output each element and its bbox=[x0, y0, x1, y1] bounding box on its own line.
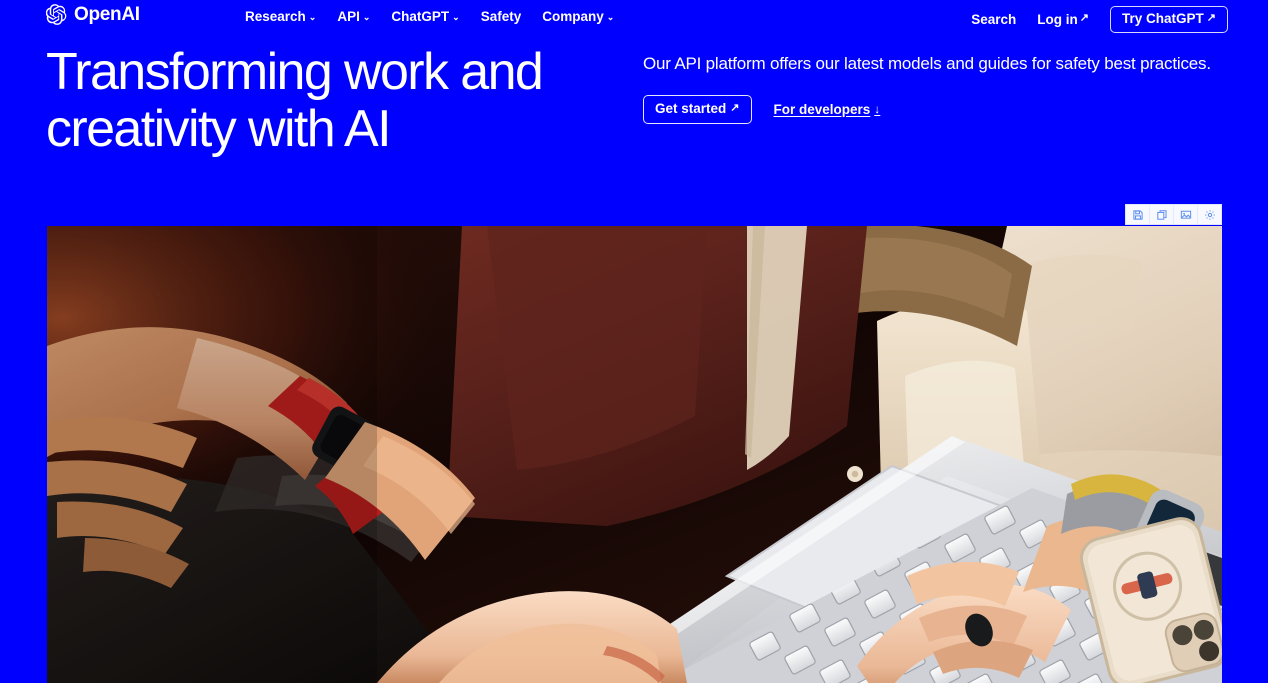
image-icon[interactable] bbox=[1174, 205, 1198, 224]
save-icon[interactable] bbox=[1126, 205, 1150, 224]
nav-item-api-label: API bbox=[337, 9, 360, 24]
brand-logo[interactable]: OpenAI bbox=[46, 4, 140, 25]
try-chatgpt-label: Try ChatGPT bbox=[1122, 11, 1204, 26]
nav-item-api[interactable]: API ⌄ bbox=[337, 8, 370, 25]
chevron-down-icon: ⌄ bbox=[362, 12, 371, 22]
get-started-label: Get started bbox=[655, 101, 727, 116]
hero-right-column: Our API platform offers our latest model… bbox=[643, 52, 1223, 124]
secondary-nav-links: Search Log in ↗ Try ChatGPT ↗ bbox=[971, 6, 1228, 33]
arrow-up-right-icon: ↗ bbox=[1079, 12, 1090, 24]
nav-item-research[interactable]: Research ⌄ bbox=[245, 8, 316, 25]
copy-icon[interactable] bbox=[1150, 205, 1174, 224]
openai-logo-icon bbox=[46, 4, 67, 25]
page-title: Transforming work and creativity with AI bbox=[46, 44, 646, 158]
brand-name: OpenAI bbox=[74, 4, 140, 25]
primary-nav-links: Research ⌄ API ⌄ ChatGPT ⌄ Safety Compan… bbox=[245, 8, 614, 25]
login-label: Log in bbox=[1037, 12, 1078, 27]
hero-title-line-1: Transforming work and bbox=[46, 43, 544, 101]
hero-title-line-2: creativity with AI bbox=[46, 100, 392, 158]
hero-photo bbox=[47, 226, 1222, 683]
nav-item-chatgpt[interactable]: ChatGPT ⌄ bbox=[391, 8, 459, 25]
hero-section: Transforming work and creativity with AI… bbox=[0, 42, 1268, 202]
top-navigation-bar: OpenAI Research ⌄ API ⌄ ChatGPT ⌄ Safety… bbox=[0, 0, 1268, 34]
try-chatgpt-button[interactable]: Try ChatGPT ↗ bbox=[1110, 6, 1228, 33]
hero-description: Our API platform offers our latest model… bbox=[643, 54, 1211, 73]
chevron-down-icon: ⌄ bbox=[452, 12, 460, 22]
nav-item-company-label: Company bbox=[542, 9, 604, 24]
nav-item-chatgpt-label: ChatGPT bbox=[391, 9, 450, 24]
arrow-up-right-icon: ↗ bbox=[1206, 12, 1216, 24]
settings-gear-icon[interactable] bbox=[1198, 205, 1221, 224]
for-developers-label: For developers bbox=[773, 102, 871, 117]
search-button[interactable]: Search bbox=[971, 11, 1016, 28]
search-label: Search bbox=[971, 12, 1017, 27]
chevron-down-icon: ⌄ bbox=[606, 12, 615, 22]
nav-item-company[interactable]: Company ⌄ bbox=[542, 8, 614, 25]
nav-item-research-label: Research bbox=[245, 9, 306, 24]
arrow-up-right-icon: ↗ bbox=[730, 102, 740, 114]
nav-item-safety[interactable]: Safety bbox=[481, 8, 522, 25]
chevron-down-icon: ⌄ bbox=[308, 12, 317, 22]
arrow-down-icon: ↓ bbox=[874, 102, 881, 116]
floating-image-toolbar bbox=[1125, 204, 1222, 225]
get-started-button[interactable]: Get started ↗ bbox=[643, 95, 752, 124]
for-developers-link[interactable]: For developers ↓ bbox=[774, 101, 881, 118]
hero-photo-artwork bbox=[47, 226, 1222, 683]
login-link[interactable]: Log in ↗ bbox=[1037, 11, 1089, 28]
hero-cta-group: Get started ↗ For developers ↓ bbox=[643, 95, 1223, 124]
nav-item-safety-label: Safety bbox=[480, 9, 522, 24]
